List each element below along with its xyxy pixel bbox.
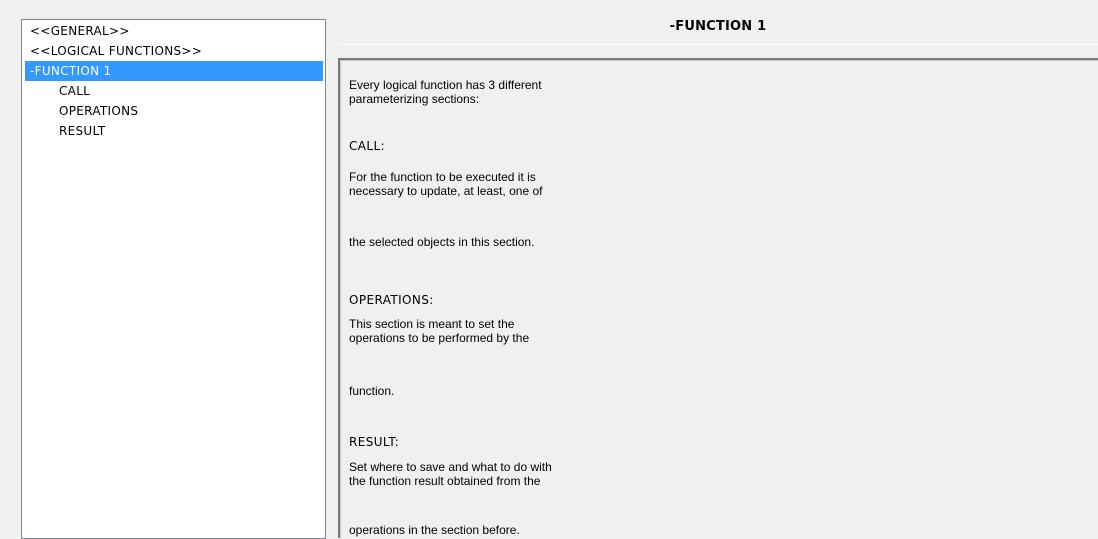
call-section-header: CALL:	[349, 139, 386, 153]
tree-item-call[interactable]: CALL	[25, 81, 323, 101]
operations-text-line1: This section is meant to set the	[349, 317, 515, 331]
tree-item-operations[interactable]: OPERATIONS	[25, 101, 323, 121]
tree-item-result[interactable]: RESULT	[25, 121, 323, 141]
operations-text-line3: function.	[349, 384, 395, 398]
page-title: -FUNCTION 1	[669, 19, 767, 34]
title-divider	[338, 44, 1098, 45]
tree-item-logical-functions[interactable]: <<LOGICAL FUNCTIONS>>	[25, 41, 323, 61]
result-section-header: RESULT:	[349, 435, 400, 449]
call-text-line3: the selected objects in this section.	[349, 235, 535, 249]
operations-text-line2: operations to be performed by the	[349, 331, 530, 345]
tree-view[interactable]: <<GENERAL>> <<LOGICAL FUNCTIONS>> -FUNCT…	[21, 19, 326, 539]
call-text-line1: For the function to be executed it is	[349, 170, 536, 184]
result-text-line3: operations in the section before.	[349, 523, 520, 537]
result-text-line2: the function result obtained from the	[349, 474, 541, 488]
tree-item-function-1[interactable]: -FUNCTION 1	[25, 61, 323, 81]
call-text-line2: necessary to update, at least, one of	[349, 184, 543, 198]
intro-text-line1: Every logical function has 3 different	[349, 78, 542, 92]
intro-text-line2: parameterizing sections:	[349, 92, 480, 106]
result-text-line1: Set where to save and what to do with	[349, 460, 552, 474]
tree-item-general[interactable]: <<GENERAL>>	[25, 21, 323, 41]
operations-section-header: OPERATIONS:	[349, 293, 434, 307]
description-panel: Every logical function has 3 different p…	[338, 58, 1098, 538]
